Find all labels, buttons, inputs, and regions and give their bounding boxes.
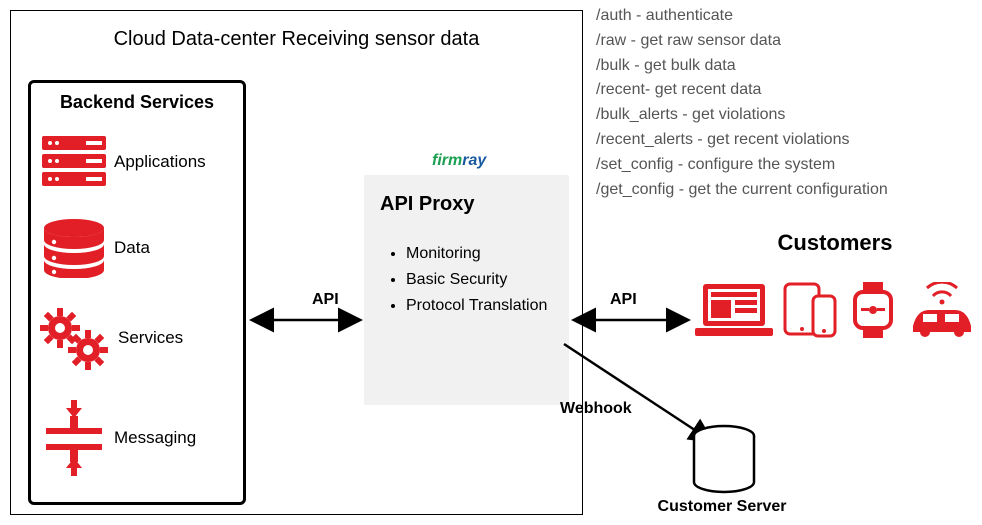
laptop-icon (695, 282, 773, 338)
endpoint-line: /bulk - get bulk data (596, 54, 980, 79)
api-proxy-bullet: Protocol Translation (406, 296, 553, 316)
endpoint-line: /recent- get recent data (596, 78, 980, 103)
arrow-proxy-customers (572, 310, 690, 330)
backend-item-label: Applications (114, 152, 206, 172)
api-proxy-title: API Proxy (380, 193, 553, 216)
arrow-label-api-left: API (312, 291, 339, 309)
firmray-logo: firmray (432, 152, 486, 170)
backend-item-data: Data (42, 218, 150, 278)
customer-server-label: Customer Server (622, 498, 822, 516)
backend-item-label: Messaging (114, 428, 196, 448)
endpoint-line: /bulk_alerts - get violations (596, 103, 980, 128)
watch-icon (849, 282, 897, 338)
car-wifi-icon (907, 282, 977, 338)
gears-icon (38, 306, 110, 370)
endpoint-line: /auth - authenticate (596, 4, 980, 29)
backend-item-applications: Applications (42, 136, 206, 188)
database-icon (42, 218, 106, 278)
backend-services-title: Backend Services (28, 92, 246, 113)
arrow-label-webhook: Webhook (560, 400, 632, 418)
backend-item-label: Data (114, 238, 150, 258)
api-proxy-bullet: Monitoring (406, 244, 553, 264)
arrow-backend-proxy (250, 310, 362, 330)
api-proxy-bullets: Monitoring Basic Security Protocol Trans… (380, 244, 553, 316)
endpoint-line: /raw - get raw sensor data (596, 29, 980, 54)
backend-item-messaging: Messaging (42, 400, 196, 476)
api-proxy-box: API Proxy Monitoring Basic Security Prot… (364, 175, 569, 405)
backend-item-label: Services (118, 328, 183, 348)
firmray-part1: firm (432, 152, 462, 169)
endpoint-line: /set_config - configure the system (596, 153, 980, 178)
customer-devices (695, 282, 977, 338)
customers-title: Customers (700, 230, 970, 256)
api-proxy-bullet: Basic Security (406, 270, 553, 290)
tablet-phone-icon (783, 282, 839, 338)
backend-item-services: Services (38, 306, 183, 370)
servers-icon (42, 136, 106, 188)
endpoints-list: /auth - authenticate/raw - get raw senso… (596, 4, 980, 202)
endpoint-line: /get_config - get the current configurat… (596, 178, 980, 203)
customer-server-icon (690, 424, 758, 496)
firmray-part2: ray (462, 152, 486, 169)
messaging-icon (42, 400, 106, 476)
endpoint-line: /recent_alerts - get recent violations (596, 128, 980, 153)
cloud-datacenter-title: Cloud Data-center Receiving sensor data (10, 28, 583, 51)
arrow-label-api-right: API (610, 291, 637, 309)
